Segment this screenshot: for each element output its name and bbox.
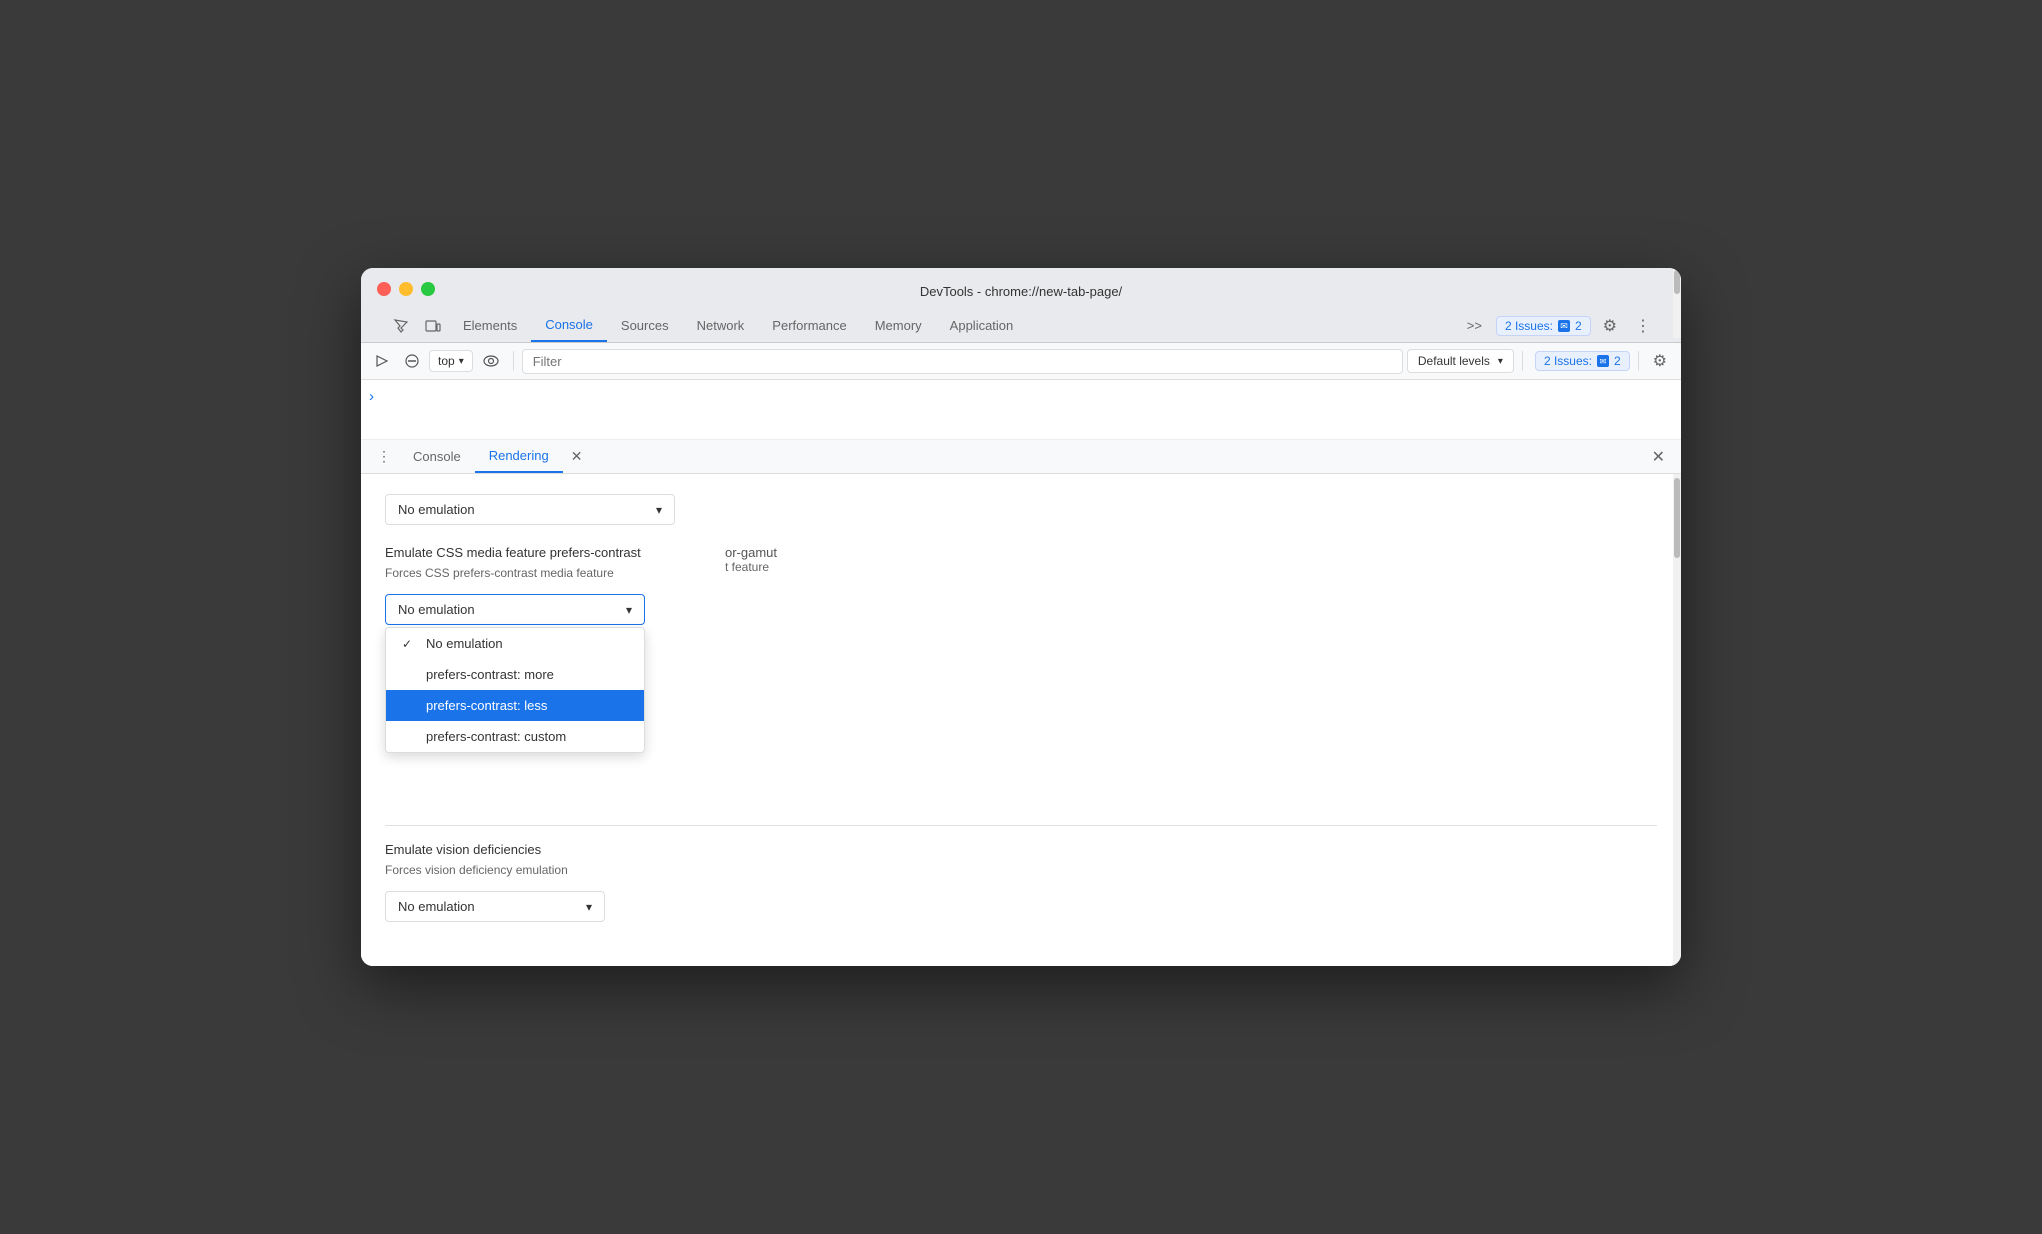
svg-text:✉: ✉ bbox=[1560, 321, 1568, 331]
close-button[interactable] bbox=[377, 282, 391, 296]
drawer-content-area: No emulation ▾ Emulate CSS media feature… bbox=[361, 474, 1681, 966]
main-tabs-bar: Elements Console Sources Network Perform… bbox=[377, 309, 1665, 342]
clear-console-btn[interactable] bbox=[399, 350, 425, 372]
toggle-device-toolbar-btn[interactable] bbox=[417, 312, 449, 340]
drawer-tab-rendering[interactable]: Rendering bbox=[475, 440, 563, 473]
more-options-btn[interactable]: ⋮ bbox=[1629, 312, 1657, 340]
eye-icon-btn[interactable] bbox=[477, 351, 505, 371]
issues-badge[interactable]: 2 Issues: ✉ 2 bbox=[1496, 316, 1591, 336]
dropdown-item-less[interactable]: prefers-contrast: less bbox=[386, 690, 644, 721]
emulate-contrast-section: Emulate CSS media feature prefers-contra… bbox=[385, 545, 1657, 625]
toolbar-divider-3 bbox=[1638, 351, 1639, 371]
default-levels-btn[interactable]: Default levels ▾ bbox=[1407, 349, 1514, 373]
tab-console[interactable]: Console bbox=[531, 309, 607, 342]
drawer-tabs-bar: ⋮ Console Rendering ✕ ✕ bbox=[361, 440, 1681, 474]
drawer-close-all-btn[interactable]: ✕ bbox=[1644, 443, 1673, 471]
run-script-btn[interactable] bbox=[369, 350, 395, 372]
dropdown-item-custom[interactable]: prefers-contrast: custom bbox=[386, 721, 644, 752]
prompt-chevron: › bbox=[369, 388, 374, 405]
bottom-drawer: ⋮ Console Rendering ✕ ✕ No emulation ▾ E… bbox=[361, 440, 1681, 966]
tab-network[interactable]: Network bbox=[683, 310, 759, 341]
dropdown-item-no-emulation[interactable]: ✓ No emulation bbox=[386, 628, 644, 659]
window-title: DevTools - chrome://new-tab-page/ bbox=[377, 284, 1665, 299]
partial-text-area: or-gamut t feature bbox=[725, 545, 777, 574]
contrast-dropdown-chevron: ▾ bbox=[626, 603, 632, 617]
partial-text-2: t feature bbox=[725, 560, 777, 574]
toolbar-divider-2 bbox=[1522, 351, 1523, 371]
context-chevron: ▾ bbox=[459, 356, 464, 367]
vision-section-subtitle: Forces vision deficiency emulation bbox=[385, 863, 1657, 877]
context-value: top bbox=[438, 354, 455, 368]
emulate-color-scheme-section: No emulation ▾ bbox=[385, 494, 1657, 525]
toolbar-issues-count: 2 bbox=[1614, 354, 1621, 368]
levels-chevron: ▾ bbox=[1498, 356, 1503, 367]
drawer-tab-console[interactable]: Console bbox=[399, 441, 475, 472]
drawer-tab-menu-btn[interactable]: ⋮ bbox=[369, 440, 399, 473]
default-levels-label: Default levels bbox=[1418, 354, 1490, 368]
console-settings-btn[interactable]: ⚙ bbox=[1647, 347, 1673, 375]
console-output-area: › bbox=[361, 380, 1681, 440]
section-divider bbox=[385, 825, 1657, 826]
contrast-dropdown-value: No emulation bbox=[398, 602, 475, 617]
devtools-window: DevTools - chrome://new-tab-page/ Elemen… bbox=[361, 268, 1681, 966]
vision-section-title: Emulate vision deficiencies bbox=[385, 842, 1657, 857]
tab-sources[interactable]: Sources bbox=[607, 310, 683, 341]
tab-memory[interactable]: Memory bbox=[861, 310, 936, 341]
drawer-scrollbar bbox=[1673, 474, 1681, 966]
emulate-vision-section: Emulate vision deficiencies Forces visio… bbox=[385, 842, 1657, 922]
toolbar-issues-label: 2 Issues: bbox=[1544, 354, 1592, 368]
contrast-dropdown-container: No emulation ▾ ✓ No emulation prefers-co… bbox=[385, 594, 645, 625]
settings-icon-btn[interactable]: ⚙ bbox=[1597, 312, 1623, 340]
more-tabs-button[interactable]: >> bbox=[1459, 314, 1490, 337]
dropdown-item-more[interactable]: prefers-contrast: more bbox=[386, 659, 644, 690]
top-scrollbar bbox=[1673, 268, 1681, 338]
check-mark-no-emulation: ✓ bbox=[402, 637, 418, 651]
console-prompt: › bbox=[369, 388, 1673, 405]
toolbar-issues-badge[interactable]: 2 Issues: ✉ 2 bbox=[1535, 351, 1630, 371]
color-scheme-value: No emulation bbox=[398, 502, 475, 517]
drawer-tab-rendering-close[interactable]: ✕ bbox=[565, 446, 589, 467]
vision-dropdown-value: No emulation bbox=[398, 899, 475, 914]
tab-application[interactable]: Application bbox=[936, 310, 1028, 341]
partial-text-1: or-gamut bbox=[725, 545, 777, 560]
inspect-icon-btn[interactable] bbox=[385, 312, 417, 340]
contrast-section-title: Emulate CSS media feature prefers-contra… bbox=[385, 545, 1657, 560]
context-selector[interactable]: top ▾ bbox=[429, 350, 473, 372]
svg-text:✉: ✉ bbox=[1600, 357, 1607, 366]
issues-label: 2 Issues: bbox=[1505, 319, 1553, 333]
contrast-dropdown[interactable]: No emulation ▾ bbox=[385, 594, 645, 625]
maximize-button[interactable] bbox=[421, 282, 435, 296]
color-scheme-chevron: ▾ bbox=[656, 503, 662, 517]
title-bar: DevTools - chrome://new-tab-page/ Elemen… bbox=[361, 268, 1681, 343]
issues-count: 2 bbox=[1575, 319, 1582, 333]
toolbar-divider bbox=[513, 351, 514, 371]
minimize-button[interactable] bbox=[399, 282, 413, 296]
contrast-section-subtitle: Forces CSS prefers-contrast media featur… bbox=[385, 566, 1657, 580]
tabs-right-area: >> 2 Issues: ✉ 2 ⚙ ⋮ bbox=[1459, 312, 1657, 340]
contrast-dropdown-menu: ✓ No emulation prefers-contrast: more pr… bbox=[385, 627, 645, 753]
drawer-scrollbar-thumb[interactable] bbox=[1674, 478, 1680, 558]
top-scrollbar-thumb[interactable] bbox=[1674, 270, 1680, 294]
color-scheme-dropdown[interactable]: No emulation ▾ bbox=[385, 494, 675, 525]
vision-dropdown[interactable]: No emulation ▾ bbox=[385, 891, 605, 922]
tab-elements[interactable]: Elements bbox=[449, 310, 531, 341]
vision-dropdown-chevron: ▾ bbox=[586, 900, 592, 914]
console-toolbar: top ▾ Default levels ▾ 2 Issues: ✉ 2 ⚙ bbox=[361, 343, 1681, 380]
tab-performance[interactable]: Performance bbox=[758, 310, 860, 341]
filter-input[interactable] bbox=[522, 349, 1403, 374]
